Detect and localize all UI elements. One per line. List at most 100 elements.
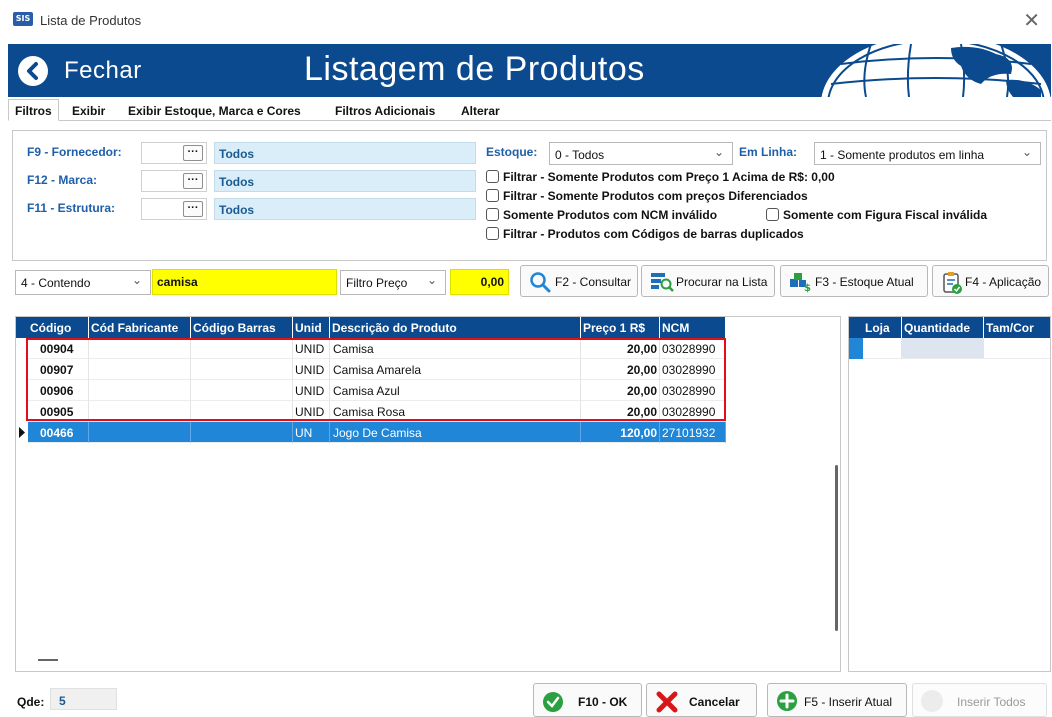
inserir-todos-button[interactable]: Inserir Todos bbox=[912, 683, 1047, 717]
estoque-label: Estoque: bbox=[486, 145, 538, 159]
cell-cod-fabricante bbox=[89, 338, 191, 359]
consultar-button[interactable]: F2 - Consultar bbox=[520, 265, 638, 297]
col-unid[interactable]: Unid bbox=[293, 317, 330, 338]
window-titlebar: SIS Lista de Produtos ✕ bbox=[0, 0, 1052, 44]
tab-filtros-adicionais[interactable]: Filtros Adicionais bbox=[328, 99, 442, 121]
cell-descricao: Camisa Amarela bbox=[330, 359, 581, 380]
vertical-scrollbar[interactable] bbox=[835, 465, 838, 631]
col-ncm[interactable]: NCM bbox=[660, 317, 726, 338]
estoque-atual-button[interactable]: $ F3 - Estoque Atual bbox=[780, 265, 928, 297]
checkbox[interactable] bbox=[486, 170, 499, 183]
cell-ncm: 03028990 bbox=[660, 401, 726, 422]
check-precos-diferenciados[interactable]: Filtrar - Somente Produtos com preços Di… bbox=[486, 189, 808, 203]
list-search-icon bbox=[651, 273, 674, 292]
col-preco[interactable]: Preço 1 R$ bbox=[581, 317, 660, 338]
checkbox[interactable] bbox=[766, 208, 779, 221]
ok-button[interactable]: F10 - OK bbox=[533, 683, 642, 717]
col-descricao[interactable]: Descrição do Produto bbox=[330, 317, 581, 338]
cell-preco: 20,00 bbox=[581, 401, 660, 422]
chevron-down-icon: ⌄ bbox=[426, 273, 437, 287]
cell-codigo: 00466 bbox=[28, 422, 89, 443]
check-ncm-invalido[interactable]: Somente Produtos com NCM inválido bbox=[486, 208, 717, 222]
tab-filtros[interactable]: Filtros bbox=[8, 99, 59, 121]
cell-codigo: 00907 bbox=[28, 359, 89, 380]
col-cod-fabricante[interactable]: Cód Fabricante bbox=[89, 317, 191, 338]
check-figura-fiscal[interactable]: Somente com Figura Fiscal inválida bbox=[766, 208, 987, 222]
cell-unid: UN bbox=[293, 422, 330, 443]
col-quantidade[interactable]: Quantidade bbox=[902, 317, 984, 338]
col-codigo-barras[interactable]: Código Barras bbox=[191, 317, 293, 338]
stock-row[interactable] bbox=[849, 338, 1050, 359]
checkbox[interactable] bbox=[486, 208, 499, 221]
products-grid[interactable]: Código Cód Fabricante Código Barras Unid… bbox=[15, 316, 841, 672]
col-codigo[interactable]: Código bbox=[28, 317, 89, 338]
fornecedor-lookup-button[interactable]: ··· bbox=[183, 145, 203, 161]
em-linha-select[interactable]: 1 - Somente produtos em linha ⌄ bbox=[814, 142, 1041, 165]
price-value-input[interactable]: 0,00 bbox=[450, 269, 509, 295]
check-barras-duplicados[interactable]: Filtrar - Produtos com Códigos de barras… bbox=[486, 227, 804, 241]
price-filter-select[interactable]: Filtro Preço ⌄ bbox=[340, 270, 446, 295]
search-input[interactable]: camisa bbox=[152, 269, 337, 295]
cell-descricao: Camisa Rosa bbox=[330, 401, 581, 422]
cell-codigo-barras bbox=[191, 401, 293, 422]
tab-exibir-estoque[interactable]: Exibir Estoque, Marca e Cores bbox=[121, 99, 308, 121]
em-linha-select-value: 1 - Somente produtos em linha bbox=[820, 148, 985, 162]
back-icon[interactable] bbox=[18, 56, 48, 86]
horizontal-scrollbar[interactable] bbox=[38, 659, 58, 661]
footer-bar: Qde: 5 F10 - OK Cancelar F5 - Inserir At… bbox=[0, 680, 1052, 717]
stock-boxes-icon: $ bbox=[790, 273, 811, 293]
app-logo-icon: SIS bbox=[13, 12, 33, 26]
cell-codigo: 00906 bbox=[28, 380, 89, 401]
stock-table-header: Loja Quantidade Tam/Cor bbox=[849, 317, 1050, 338]
table-row[interactable]: 00906 UNID Camisa Azul 20,00 03028990 bbox=[16, 380, 726, 401]
inserir-atual-button[interactable]: F5 - Inserir Atual bbox=[767, 683, 907, 717]
page-header: Fechar Listagem de Produtos bbox=[8, 44, 1051, 97]
cell-ncm: 03028990 bbox=[660, 359, 726, 380]
search-mode-select[interactable]: 4 - Contendo ⌄ bbox=[15, 270, 151, 295]
checkbox[interactable] bbox=[486, 227, 499, 240]
cell-preco: 20,00 bbox=[581, 338, 660, 359]
cell-preco: 20,00 bbox=[581, 359, 660, 380]
check-circle-icon bbox=[543, 692, 563, 712]
filters-panel: F9 - Fornecedor: ··· Todos F12 - Marca: … bbox=[12, 130, 1047, 261]
col-tam-cor[interactable]: Tam/Cor bbox=[984, 317, 1050, 338]
table-row[interactable]: 00905 UNID Camisa Rosa 20,00 03028990 bbox=[16, 401, 726, 422]
marca-label: F12 - Marca: bbox=[27, 173, 98, 187]
price-filter-value: Filtro Preço bbox=[346, 276, 408, 290]
col-loja[interactable]: Loja bbox=[863, 317, 902, 338]
clipboard-check-icon bbox=[943, 272, 962, 294]
chevron-down-icon: ⌄ bbox=[713, 145, 724, 159]
cancel-button[interactable]: Cancelar bbox=[646, 683, 757, 717]
cell-codigo-barras bbox=[191, 338, 293, 359]
table-header: Código Cód Fabricante Código Barras Unid… bbox=[16, 317, 726, 338]
estrutura-lookup-button[interactable]: ··· bbox=[183, 201, 203, 217]
search-mode-value: 4 - Contendo bbox=[21, 276, 91, 290]
qde-value: 5 bbox=[50, 688, 117, 710]
marca-lookup-button[interactable]: ··· bbox=[183, 173, 203, 189]
window-title: Lista de Produtos bbox=[40, 13, 142, 28]
aplicacao-button[interactable]: F4 - Aplicação bbox=[932, 265, 1049, 297]
em-linha-label: Em Linha: bbox=[739, 145, 798, 159]
estoque-select[interactable]: 0 - Todos ⌄ bbox=[549, 142, 733, 165]
stock-grid[interactable]: Loja Quantidade Tam/Cor bbox=[848, 316, 1051, 672]
cell-codigo: 00904 bbox=[28, 338, 89, 359]
cell-codigo-barras bbox=[191, 359, 293, 380]
cell-cod-fabricante bbox=[89, 422, 191, 443]
chevron-down-icon: ⌄ bbox=[131, 273, 142, 287]
check-preco-acima[interactable]: Filtrar - Somente Produtos com Preço 1 A… bbox=[486, 170, 835, 184]
search-bar: 4 - Contendo ⌄ camisa Filtro Preço ⌄ 0,0… bbox=[13, 265, 1051, 301]
tab-alterar[interactable]: Alterar bbox=[454, 99, 507, 121]
table-row-selected[interactable]: 00466 UN Jogo De Camisa 120,00 27101932 bbox=[16, 422, 726, 443]
cell-preco: 120,00 bbox=[581, 422, 660, 443]
search-icon bbox=[530, 272, 551, 293]
table-row[interactable]: 00907 UNID Camisa Amarela 20,00 03028990 bbox=[16, 359, 726, 380]
checkbox[interactable] bbox=[486, 189, 499, 202]
close-button[interactable]: Fechar bbox=[64, 57, 142, 85]
cell-descricao: Jogo De Camisa bbox=[330, 422, 581, 443]
table-row[interactable]: 00904 UNID Camisa 20,00 03028990 bbox=[16, 338, 726, 359]
row-pointer-icon bbox=[16, 422, 28, 443]
tab-exibir[interactable]: Exibir bbox=[65, 99, 112, 121]
cell-cod-fabricante bbox=[89, 380, 191, 401]
procurar-na-lista-button[interactable]: Procurar na Lista bbox=[641, 265, 775, 297]
close-window-icon[interactable]: ✕ bbox=[1023, 8, 1040, 32]
